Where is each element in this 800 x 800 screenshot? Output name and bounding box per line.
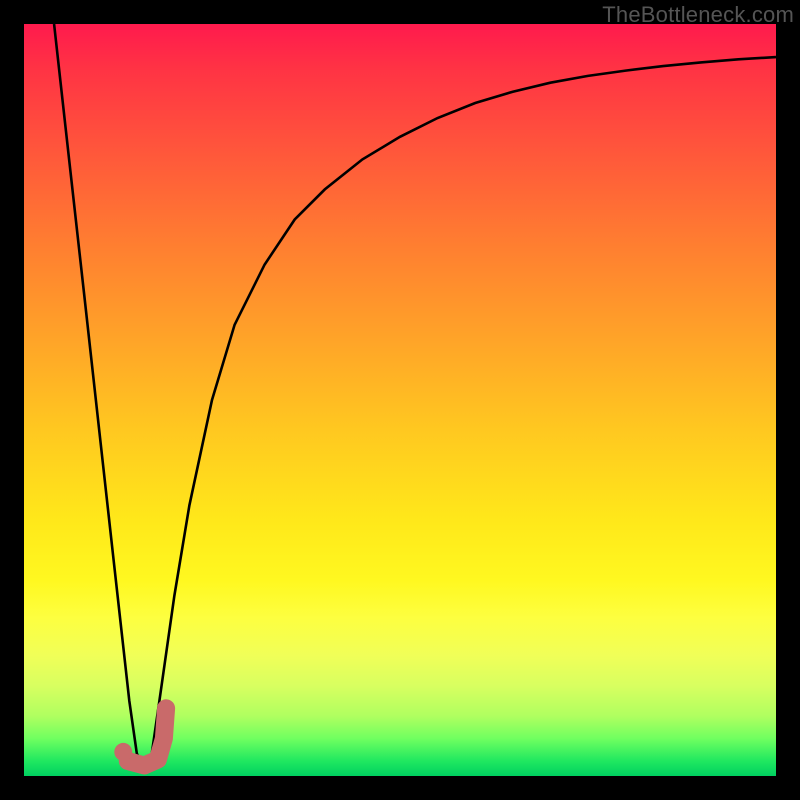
marker-dot [114,743,132,761]
chart-frame [24,24,776,776]
watermark-text: TheBottleneck.com [602,2,794,28]
bottleneck-curve [54,24,776,769]
chart-plot [24,24,776,776]
